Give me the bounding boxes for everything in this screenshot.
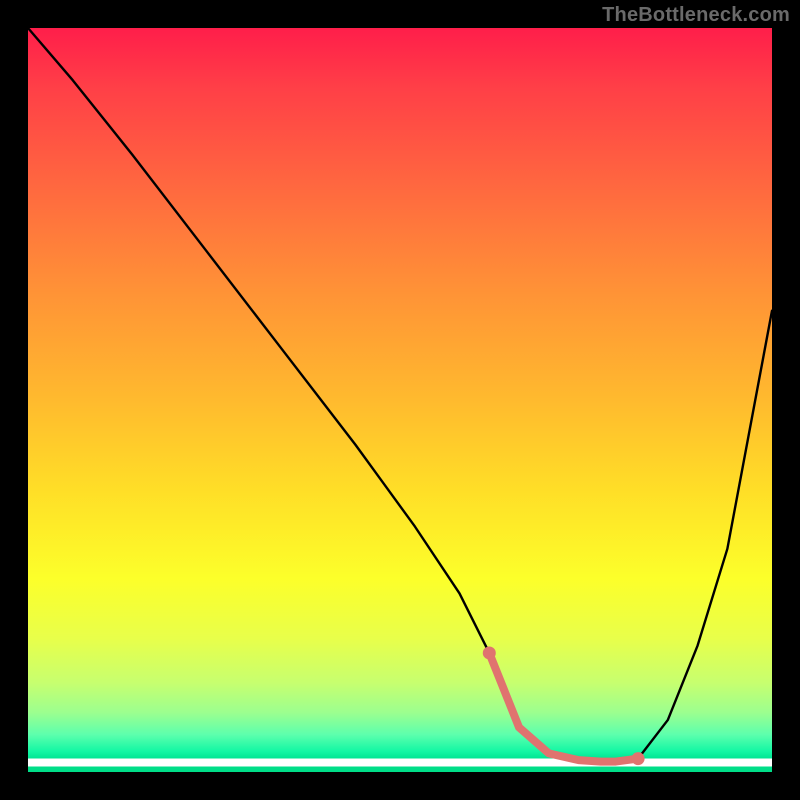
chart-frame: TheBottleneck.com — [0, 0, 800, 800]
watermark-text: TheBottleneck.com — [602, 4, 790, 27]
main-curve — [28, 28, 772, 762]
plot-area — [28, 28, 772, 772]
chart-svg — [28, 28, 772, 772]
highlight-curve — [489, 653, 638, 762]
highlight-dot — [632, 752, 645, 765]
highlight-dot — [483, 646, 496, 659]
